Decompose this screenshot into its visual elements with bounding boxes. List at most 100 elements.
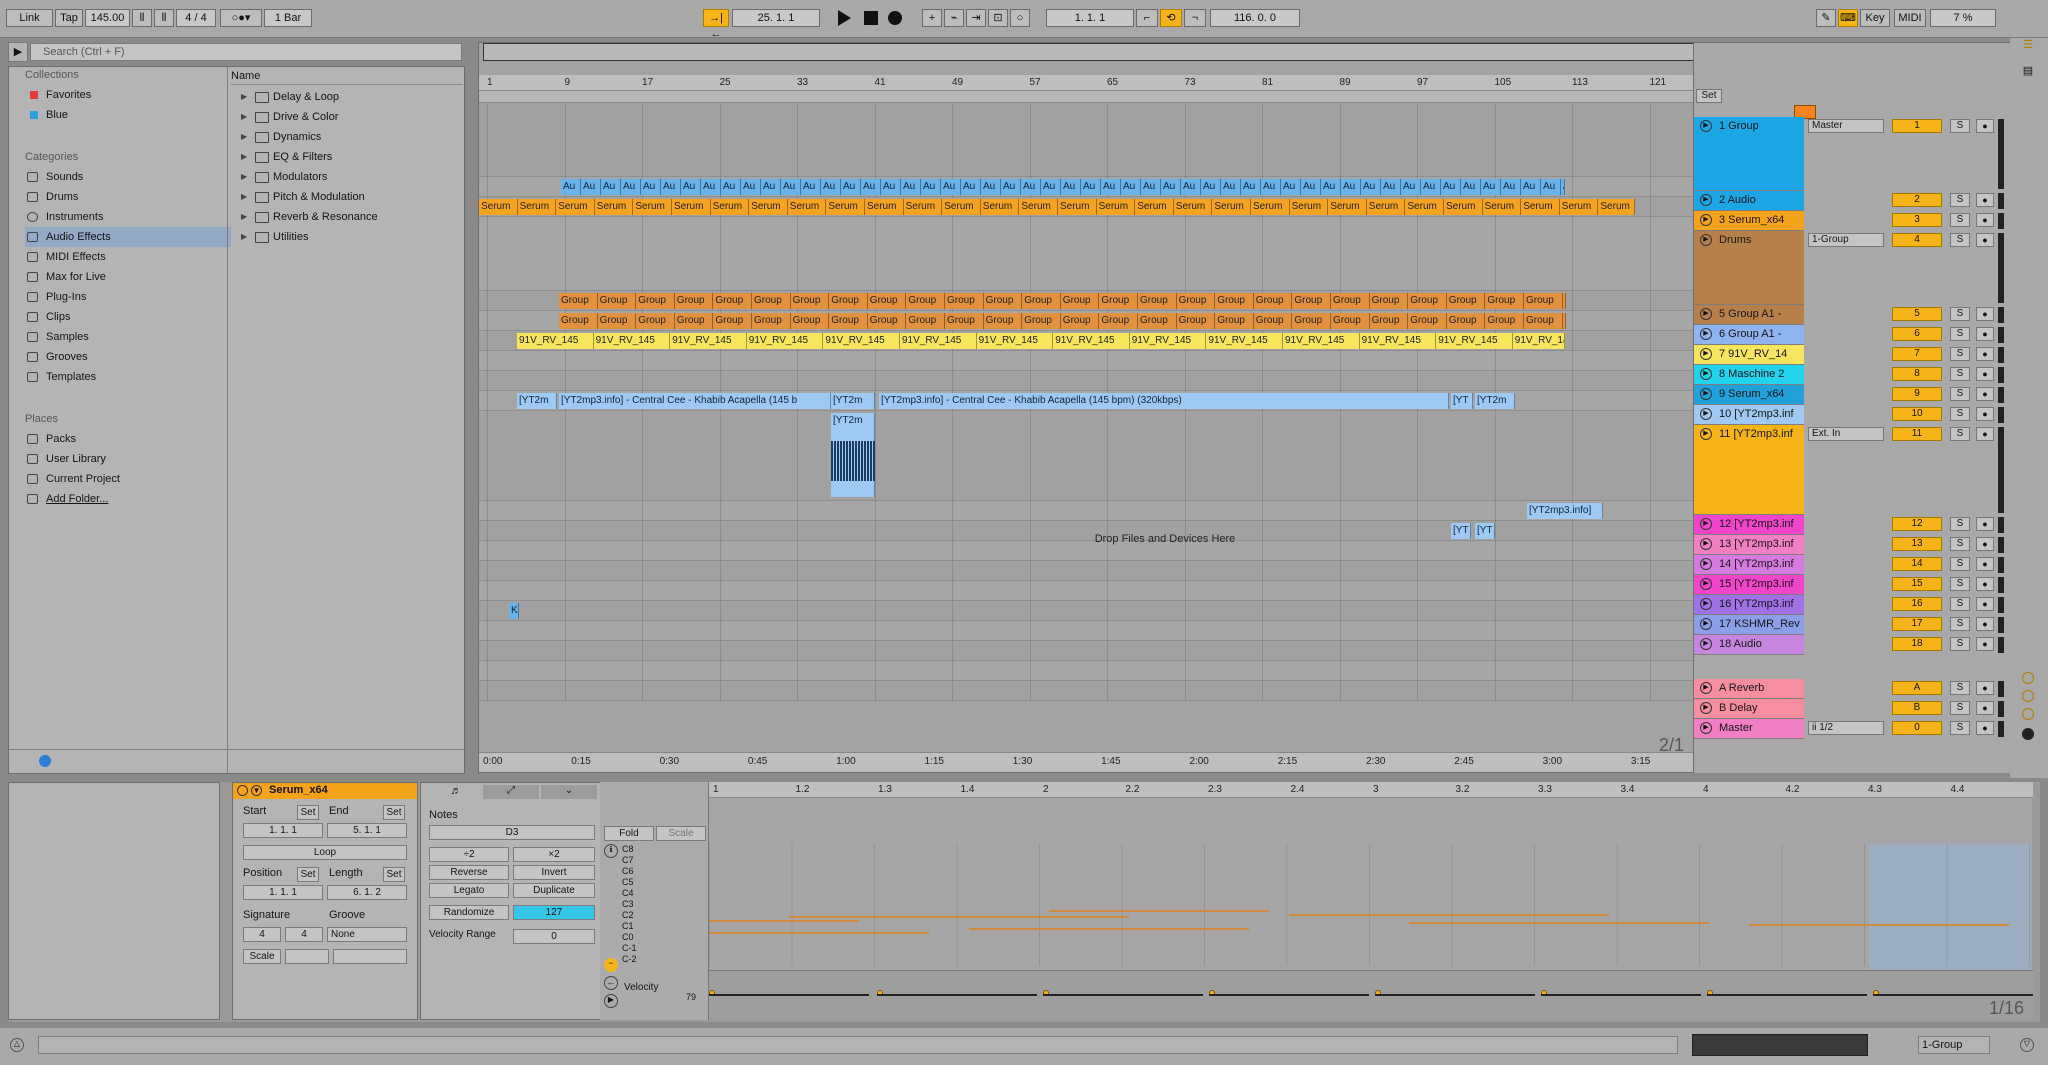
clip[interactable]: Serum xyxy=(1058,199,1097,215)
solo-button[interactable]: S xyxy=(1950,517,1970,531)
track-header[interactable]: ▶ 6 Group A1 - xyxy=(1694,325,1804,345)
clip[interactable]: Group xyxy=(1292,313,1331,329)
track-header[interactable]: ▶ 2 Audio xyxy=(1694,191,1804,211)
clip[interactable]: Group xyxy=(945,293,984,309)
track-lane[interactable] xyxy=(479,601,1693,621)
clip[interactable]: Au xyxy=(1081,179,1101,195)
clip[interactable]: Au xyxy=(581,179,601,195)
clip[interactable]: Au xyxy=(781,179,801,195)
clip[interactable]: Group xyxy=(1176,293,1216,309)
track-lanes[interactable]: Au Au Au Au Au Au Au Au Au Au Au Au Au Au Au Au Au Au Au Au… xyxy=(479,103,1693,723)
clip[interactable]: Group xyxy=(1215,293,1254,309)
clip[interactable]: Group xyxy=(1138,293,1177,309)
follow-button[interactable]: →|← xyxy=(703,9,729,40)
solo-button[interactable]: S xyxy=(1950,193,1970,207)
track-fold-icon[interactable]: ▶ xyxy=(1700,428,1712,440)
midi-note[interactable] xyxy=(1409,922,1709,924)
clip[interactable]: Group xyxy=(790,313,830,329)
clip[interactable]: Serum xyxy=(942,199,981,215)
solo-button[interactable]: S xyxy=(1950,119,1970,133)
fold-button[interactable]: Fold xyxy=(604,826,654,841)
track-activator-button[interactable]: 16 xyxy=(1892,597,1942,611)
clip[interactable]: Group xyxy=(1562,293,1566,309)
clip[interactable]: Group xyxy=(1446,313,1486,329)
track-fold-icon[interactable]: ▶ xyxy=(1700,348,1712,360)
sidebar-item-midi-effects[interactable]: MIDI Effects xyxy=(25,247,231,267)
clip[interactable]: Au xyxy=(1241,179,1261,195)
solo-button[interactable]: S xyxy=(1950,307,1970,321)
sidebar-item-plug-ins[interactable]: Plug-Ins xyxy=(25,287,231,307)
midi-note[interactable] xyxy=(1289,914,1609,916)
clip[interactable]: Serum xyxy=(826,199,865,215)
track-activator-button[interactable]: 12 xyxy=(1892,517,1942,531)
solo-button[interactable]: S xyxy=(1950,387,1970,401)
clip[interactable]: Au xyxy=(621,179,641,195)
clip[interactable]: Group xyxy=(1369,313,1409,329)
clip[interactable]: Group xyxy=(1408,293,1447,309)
track-activator-button[interactable]: 18 xyxy=(1892,637,1942,651)
clip[interactable]: Group xyxy=(597,293,637,309)
mixer-toggle-icon[interactable]: ☰ xyxy=(2020,38,2036,52)
clip[interactable]: 91V_RV_145 xyxy=(1129,333,1207,349)
clip[interactable]: [YT2mp3.info] - Central Cee - Khabib Aca… xyxy=(559,393,831,409)
clip[interactable]: Serum xyxy=(1482,199,1522,215)
clip[interactable]: Au xyxy=(1001,179,1021,195)
track-header[interactable]: ▶ 9 Serum_x64 xyxy=(1694,385,1804,405)
clip[interactable]: Serum xyxy=(1444,199,1483,215)
clip[interactable]: Group xyxy=(1022,293,1061,309)
clip[interactable]: Au xyxy=(1161,179,1181,195)
midi-note[interactable] xyxy=(1049,910,1269,912)
arm-button-icon[interactable]: ● xyxy=(1976,637,1994,651)
clip[interactable]: 91V_RV_145 xyxy=(823,333,900,349)
clip[interactable]: Au xyxy=(1521,179,1541,195)
arm-button-icon[interactable]: ● xyxy=(1976,557,1994,571)
track-activator-button[interactable]: 17 xyxy=(1892,617,1942,631)
clip[interactable]: Serum xyxy=(1212,199,1251,215)
arm-button-icon[interactable]: ● xyxy=(1976,193,1994,207)
track-fold-icon[interactable]: ▶ xyxy=(1700,702,1712,714)
track-lane[interactable] xyxy=(479,681,1693,701)
track-fold-icon[interactable]: ▶ xyxy=(1700,120,1712,132)
play-icon[interactable] xyxy=(838,10,851,26)
tap-button[interactable]: Tap xyxy=(55,9,83,27)
clip[interactable]: Au xyxy=(1361,179,1381,195)
clip[interactable]: 91V_RV_145 xyxy=(1053,333,1130,349)
clip[interactable]: Group xyxy=(1022,313,1061,329)
sidebar-item-max-for-live[interactable]: Max for Live xyxy=(25,267,231,287)
track-name[interactable]: 16 [YT2mp3.inf xyxy=(1719,598,1794,610)
clip[interactable]: Group xyxy=(752,313,791,329)
track-name[interactable]: 5 Group A1 - xyxy=(1719,308,1781,320)
clip[interactable]: Serum xyxy=(1173,199,1213,215)
track-name[interactable]: 6 Group A1 - xyxy=(1719,328,1781,340)
time-ruler[interactable]: 0:00 0:15 0:30 0:45 1:00 1:15 1:30 1:45 2:00 2:15… xyxy=(479,752,1693,772)
clip[interactable]: Group xyxy=(1099,313,1138,329)
sidebar-item-samples[interactable]: Samples xyxy=(25,327,231,347)
clip[interactable]: Au xyxy=(1041,179,1061,195)
clip[interactable]: Serum xyxy=(633,199,672,215)
track-name[interactable]: A Reverb xyxy=(1719,682,1764,694)
detail-toggle-icon[interactable]: ▽ xyxy=(2020,1038,2034,1052)
track-name[interactable]: 8 Maschine 2 xyxy=(1719,368,1784,380)
clip[interactable]: Group xyxy=(1524,313,1563,329)
clip[interactable]: Group xyxy=(597,313,637,329)
set-button[interactable]: Set xyxy=(1696,89,1722,103)
clip[interactable]: Group xyxy=(559,293,598,309)
clip[interactable]: 91V_RV_145 xyxy=(900,333,977,349)
track-activator-button[interactable]: 14 xyxy=(1892,557,1942,571)
track-lane[interactable] xyxy=(479,641,1693,661)
folder-drive-color[interactable]: Drive & Color xyxy=(241,107,461,127)
clip-title-bar[interactable]: ▼ Serum_x64 xyxy=(233,783,417,799)
nudge-down-button[interactable]: ⦀ xyxy=(132,9,152,27)
track-fold-icon[interactable]: ▶ xyxy=(1700,388,1712,400)
midi-note-editor[interactable]: 1 1.2 1.3 1.4 2 2.2 2.3 2.4 3 3.2 3.3 3.4 4 4.2 4.3 4.4… xyxy=(708,782,2033,1020)
track-lane[interactable] xyxy=(479,581,1693,601)
clip[interactable]: Au xyxy=(641,179,661,195)
info-toggle-icon[interactable]: △ xyxy=(10,1038,24,1052)
clip[interactable]: [YT2mp3.info] xyxy=(1527,503,1603,519)
track-header[interactable]: ▶ 15 [YT2mp3.inf xyxy=(1694,575,1804,595)
track-delay-toggle-icon[interactable] xyxy=(2022,728,2034,740)
signature-denominator-field[interactable]: 4 xyxy=(285,927,323,942)
sidebar-item-grooves[interactable]: Grooves xyxy=(25,347,231,367)
clip[interactable]: Au xyxy=(761,179,781,195)
clip[interactable]: Au xyxy=(941,179,961,195)
